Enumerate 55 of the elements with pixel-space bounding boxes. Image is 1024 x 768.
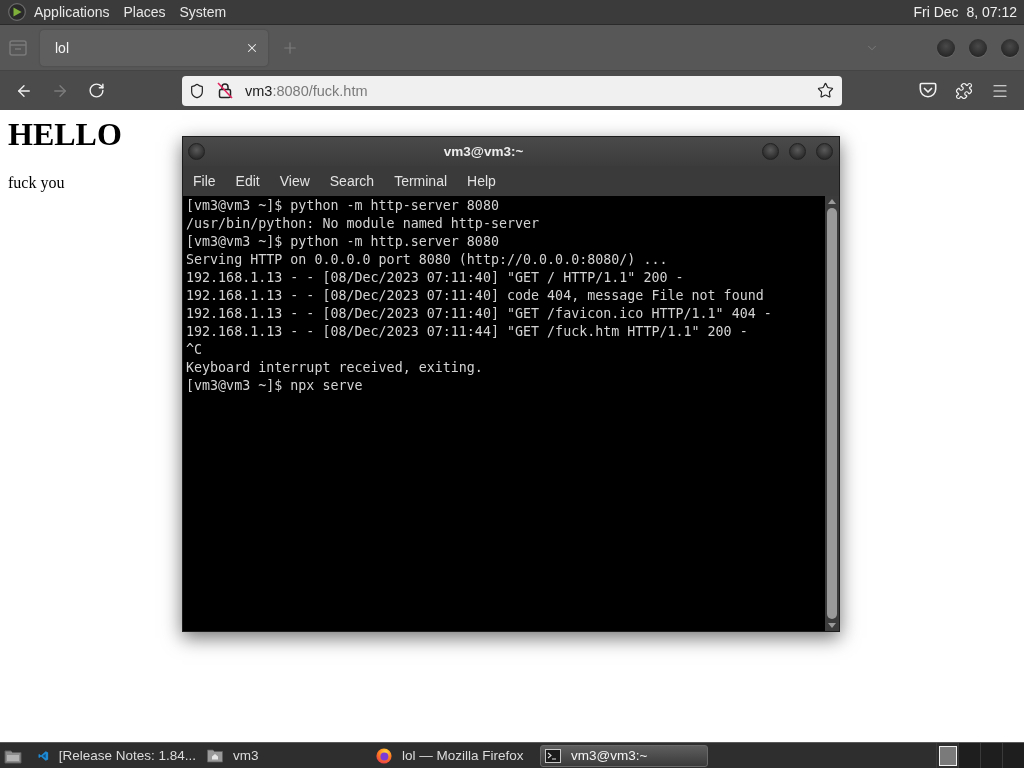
address-bar[interactable]: vm3:8080/fuck.htm (182, 75, 842, 106)
shield-icon (189, 82, 205, 99)
window-icon (9, 39, 27, 56)
clock[interactable]: Fri Dec 8, 07:12 (913, 4, 1020, 20)
terminal-line: Keyboard interrupt received, exiting. (186, 359, 483, 377)
menu-item[interactable]: View (269, 169, 320, 193)
folder-icon (4, 747, 22, 764)
star-icon (817, 82, 834, 99)
scrollbar[interactable] (825, 196, 839, 631)
window-control-button[interactable] (816, 143, 833, 160)
page-heading: HELLO (8, 116, 122, 153)
scrollbar-thumb[interactable] (827, 208, 837, 619)
window-control-button[interactable] (762, 143, 779, 160)
home-folder-icon (207, 748, 223, 763)
terminal-icon (545, 748, 561, 763)
reload-icon (87, 82, 105, 99)
window-menu-button[interactable] (188, 143, 205, 160)
terminal-line: 192.168.1.13 - - [08/Dec/2023 07:11:40] code 404, message File not found (186, 287, 764, 305)
workspace-button[interactable] (936, 743, 958, 768)
window-control-button[interactable] (789, 143, 806, 160)
menu-item[interactable]: Search (319, 169, 385, 193)
scroll-down-icon (828, 623, 836, 628)
browser-logo-icon (376, 747, 392, 764)
panel-menu[interactable]: Places (116, 1, 173, 23)
terminal-line: 192.168.1.13 - - [08/Dec/2023 07:11:44] "GET /fuck.htm HTTP/1.1" 200 - (186, 323, 748, 341)
puzzle-icon (955, 81, 973, 100)
browser-tab[interactable]: lol (40, 29, 268, 66)
terminal-line: [vm3@vm3 ~]$ python -m http-server 8080 (186, 197, 499, 215)
logo-icon (8, 3, 26, 21)
lock-slash-icon (217, 82, 233, 99)
menu-item[interactable]: Edit (225, 169, 270, 193)
url-text: vm3:8080/fuck.htm (245, 82, 369, 99)
terminal-line: 192.168.1.13 - - [08/Dec/2023 07:11:40] "GET /favicon.ico HTTP/1.1" 404 - (186, 305, 772, 323)
terminal-line: /usr/bin/python: No module named http-server (186, 215, 540, 233)
menu-item[interactable]: Terminal (384, 169, 458, 193)
taskbar-button[interactable]: [Release Notes: 1.84... (33, 744, 201, 767)
taskbar-button[interactable]: lol — Mozilla Firefox (371, 744, 539, 767)
menu-item[interactable]: Help (457, 169, 506, 193)
terminal-line: 192.168.1.13 - - [08/Dec/2023 07:11:40] "GET / HTTP/1.1" 200 - (186, 269, 684, 287)
terminal-line: Serving HTTP on 0.0.0.0 port 8080 (http://0.0.0.0:8080/) ... (186, 251, 668, 269)
chevron-shield-icon (919, 82, 937, 99)
panel-menu[interactable]: System (172, 1, 234, 23)
terminal-line: ^C (186, 341, 203, 359)
taskbar-button[interactable]: vm3@vm3:~ (540, 744, 708, 767)
panel-menu[interactable]: Applications (27, 1, 117, 23)
window-control-button[interactable] (969, 38, 987, 57)
taskbar-button[interactable]: vm3 (202, 744, 370, 767)
window-control-button[interactable] (937, 38, 955, 57)
page-text: fuck you (8, 174, 65, 192)
terminal-line: [vm3@vm3 ~]$ python -m http.server 8080 (186, 233, 499, 251)
terminal-line: [vm3@vm3 ~]$ npx serve (186, 377, 363, 395)
scroll-up-icon (828, 199, 836, 204)
window-control-button[interactable] (1001, 38, 1019, 57)
menu-item[interactable]: File (183, 169, 226, 193)
window-title: vm3@vm3:~ (442, 144, 525, 159)
